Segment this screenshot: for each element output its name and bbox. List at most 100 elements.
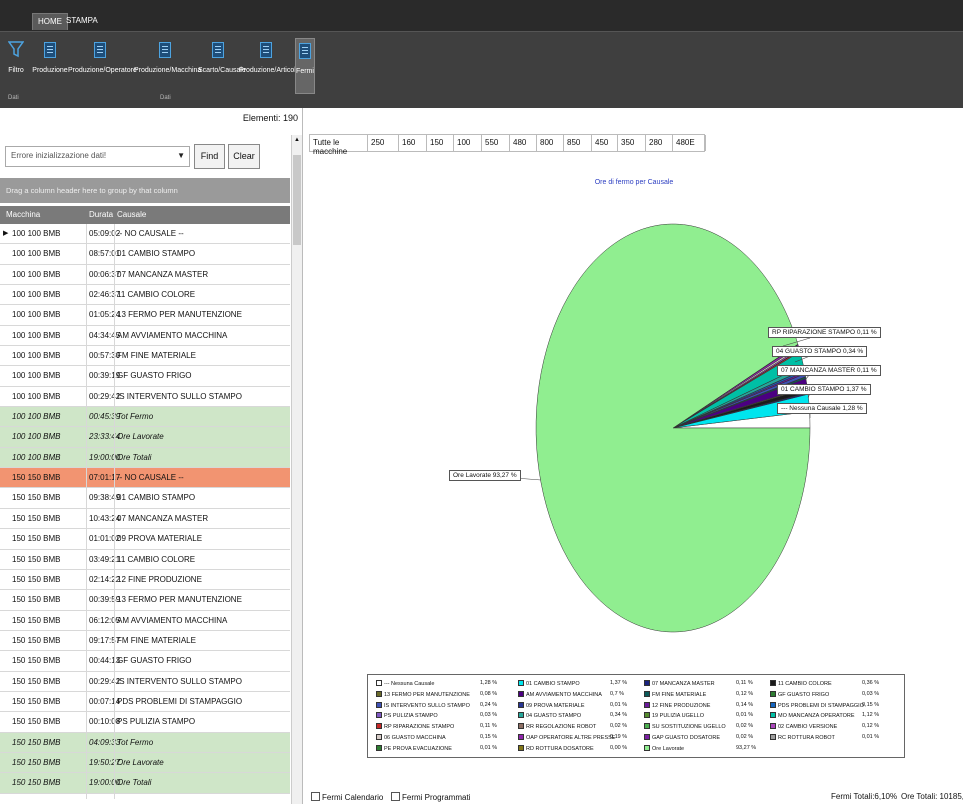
tab-stampa[interactable]: STAMPA (61, 13, 103, 30)
column-divider (114, 224, 115, 799)
cell-durata: 00:07:14 (89, 696, 121, 706)
table-row[interactable]: 100 100 BMB 00:45:39 Tot Fermo (0, 407, 290, 428)
cell-causale: GF GUASTO FRIGO (117, 656, 192, 666)
table-row[interactable]: 150 150 BMB 02:14:22 12 FINE PRODUZIONE (0, 570, 290, 591)
column-header-macchina[interactable]: Macchina (6, 210, 40, 219)
cell-causale: AM AVVIAMENTO MACCHINA (117, 615, 228, 625)
table-row[interactable]: 100 100 BMB 00:29:42 IS INTERVENTO SULLO S… (0, 387, 290, 408)
table-row[interactable]: 100 100 BMB 00:57:30 FM FINE MATERIALE (0, 346, 290, 367)
table-row[interactable]: 100 100 BMB 19:00:00 Ore Totali (0, 447, 290, 469)
column-header-durata[interactable]: Durata (89, 210, 113, 219)
checkbox-icon[interactable] (311, 792, 320, 801)
table-row[interactable]: 150 150 BMB 00:39:59 13 FERMO PER MANUTENZ… (0, 590, 290, 611)
legend-label: 01 CAMBIO STAMPO (526, 681, 580, 687)
table-row[interactable]: 150 150 BMB 07:01:17 -- NO CAUSALE -- (0, 468, 290, 489)
legend-item: RR REGOLAZIONE ROBOT (518, 723, 596, 730)
table-row[interactable]: 150 150 BMB 19:50:27 Ore Lavorate (0, 752, 290, 774)
legend-percent: 0,01 % (480, 744, 498, 751)
table-row[interactable]: 150 150 BMB 04:09:33 Tot Fermo (0, 732, 290, 753)
legend-swatch (376, 744, 382, 751)
legend-percent: 0,02 % (736, 734, 754, 740)
table-row[interactable]: 100 100 BMB 01:05:24 13 FERMO PER MANUTENZ… (0, 305, 290, 326)
legend-item: GAP GUASTO DOSATORE (644, 734, 720, 741)
legend-swatch (770, 734, 776, 740)
scrollbar-thumb[interactable] (293, 155, 301, 245)
table-row[interactable]: 150 150 BMB 09:17:57 FM FINE MATERIALE (0, 631, 290, 652)
pie-slice[interactable] (535, 223, 811, 633)
cell-macchina: 100 100 BMB (12, 310, 61, 320)
cell-macchina: 100 100 BMB (12, 371, 61, 381)
table-row[interactable]: 150 150 BMB 06:12:05 AM AVVIAMENTO MACCHIN… (0, 611, 290, 631)
legend-percent: 0,03 % (862, 690, 880, 697)
table-row[interactable]: 100 100 BMB 04:34:45 AM AVVIAMENTO MACCHIN… (0, 326, 290, 347)
table-row[interactable]: 100 100 BMB 00:06:37 07 MANCANZA MASTER (0, 265, 290, 286)
table-row[interactable]: 150 150 BMB 00:29:42 IS INTERVENTO SULLO S… (0, 672, 290, 692)
cell-durata: 19:00:00 (89, 778, 121, 788)
filter-button-label: Filtro (8, 67, 24, 74)
chevron-down-icon[interactable]: ▼ (177, 151, 185, 160)
table-row[interactable]: 100 100 BMB 02:46:37 11 CAMBIO COLORE (0, 285, 290, 306)
legend-label: GAP GUASTO DOSATORE (652, 735, 721, 741)
cell-macchina: 100 100 BMB (12, 432, 61, 442)
legend-swatch (644, 712, 650, 719)
table-row[interactable]: 150 150 BMB 00:44:13 GF GUASTO FRIGO (0, 651, 290, 672)
legend-swatch (376, 690, 382, 697)
legend-item: SU SOSTITUZIONE UGELLO (644, 723, 726, 730)
fermi-programmati-checkbox[interactable]: Fermi Programmati (391, 792, 470, 802)
produzione-macchina-button[interactable]: Produzione/Macchina (134, 38, 201, 94)
checkbox-icon[interactable] (391, 792, 400, 801)
legend-item: 11 CAMBIO COLORE (770, 680, 832, 687)
legend-label: PDS PROBLEMI DI STAMPAGGIO (778, 702, 864, 709)
table-row[interactable]: 150 150 BMB 03:49:21 11 CAMBIO COLORE (0, 550, 290, 570)
table-row[interactable]: 150 150 BMB 09:38:49 01 CAMBIO STAMPO (0, 488, 290, 509)
table-row[interactable]: 150 150 BMB 00:10:08 PS PULIZIA STAMPO (0, 712, 290, 733)
pie-callout-label: Ore Lavorate 93,27 % (449, 470, 521, 481)
cell-durata: 19:50:27 (89, 757, 121, 767)
document-icon (260, 42, 272, 58)
cell-macchina: 100 100 BMB (12, 249, 61, 259)
find-button[interactable]: Find (194, 144, 225, 169)
table-row[interactable]: 100 100 BMB 08:57:01 01 CAMBIO STAMPO (0, 244, 290, 265)
grid-rows: ▶ 100 100 BMB 05:09:02 -- NO CAUSALE -- 100 … (0, 224, 290, 794)
cell-durata: 01:01:02 (89, 534, 121, 544)
legend-label: RP RIPARAZIONE STAMPO (384, 724, 455, 731)
cell-causale: Tot Fermo (117, 737, 154, 747)
table-row[interactable]: 100 100 BMB 00:39:19 GF GUASTO FRIGO (0, 366, 290, 387)
legend-percent: 0,01 % (736, 712, 754, 719)
cell-durata: 00:39:19 (89, 371, 121, 381)
pie-callout-label: 07 MANCANZA MASTER 0,11 % (777, 365, 881, 376)
legend-swatch (644, 680, 650, 686)
clear-button[interactable]: Clear (228, 144, 260, 169)
table-row[interactable]: 150 150 BMB 10:43:24 07 MANCANZA MASTER (0, 509, 290, 530)
scarto-causale-button[interactable]: Scarto/Causale (198, 38, 246, 94)
column-header-causale[interactable]: Causale (117, 210, 146, 219)
fermi-button[interactable]: Fermi (295, 38, 315, 94)
table-row[interactable]: 150 150 BMB 01:01:02 09 PROVA MATERIALE (0, 529, 290, 550)
filter-combo[interactable]: Errore inizializzazione dati! ▼ (5, 146, 190, 167)
legend-swatch (770, 712, 776, 719)
legend-label: IS INTERVENTO SULLO STAMPO (384, 702, 470, 709)
filter-button[interactable]: Filtro (4, 38, 28, 94)
cell-macchina: 150 150 BMB (12, 554, 61, 564)
produzione-operatore-button[interactable]: Produzione/Operatore (68, 38, 137, 94)
vertical-scrollbar[interactable]: ▲ (291, 135, 302, 804)
legend-swatch (644, 690, 650, 697)
legend-label: PE PROVA EVACUAZIONE (384, 745, 452, 752)
table-row[interactable]: ▶ 100 100 BMB 05:09:02 -- NO CAUSALE -- (0, 224, 290, 245)
fermi-calendario-checkbox[interactable]: Fermi Calendario (311, 792, 383, 802)
legend-swatch (644, 744, 650, 751)
legend-label: Ore Lavorate (652, 745, 685, 752)
group-by-area[interactable]: Drag a column header here to group by th… (0, 178, 290, 203)
table-row[interactable]: 150 150 BMB 00:07:14 PDS PROBLEMI DI STAMP… (0, 692, 290, 713)
table-row[interactable]: 100 100 BMB 23:33:44 Ore Lavorate (0, 427, 290, 448)
cell-durata: 00:57:30 (89, 351, 121, 361)
produzione-button-label: Produzione (32, 67, 68, 74)
scroll-up-icon[interactable]: ▲ (294, 137, 300, 143)
produzione-button[interactable]: Produzione (31, 38, 69, 94)
cell-causale: IS INTERVENTO SULLO STAMPO (117, 391, 242, 401)
cell-causale: 13 FERMO PER MANUTENZIONE (117, 310, 242, 320)
produzione-articoli-button[interactable]: Produzione/Articoli (239, 38, 297, 94)
document-icon (44, 42, 56, 58)
cell-macchina: 100 100 BMB (12, 412, 61, 422)
table-row[interactable]: 150 150 BMB 19:00:00 Ore Totali (0, 773, 290, 794)
